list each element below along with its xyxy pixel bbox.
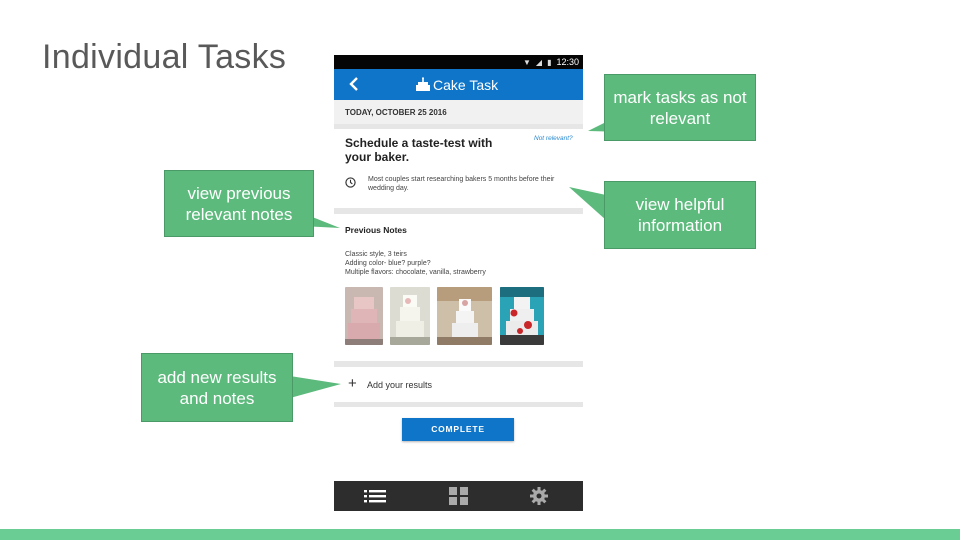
footer-accent-bar <box>0 529 960 540</box>
callout-view-notes: view previous relevant notes <box>164 170 314 237</box>
callout-add-new: add new results and notes <box>141 353 293 422</box>
callout-pointers <box>282 112 626 398</box>
callout-view-info: view helpful information <box>604 181 756 249</box>
callout-mark-tasks: mark tasks as not relevant <box>604 74 756 141</box>
